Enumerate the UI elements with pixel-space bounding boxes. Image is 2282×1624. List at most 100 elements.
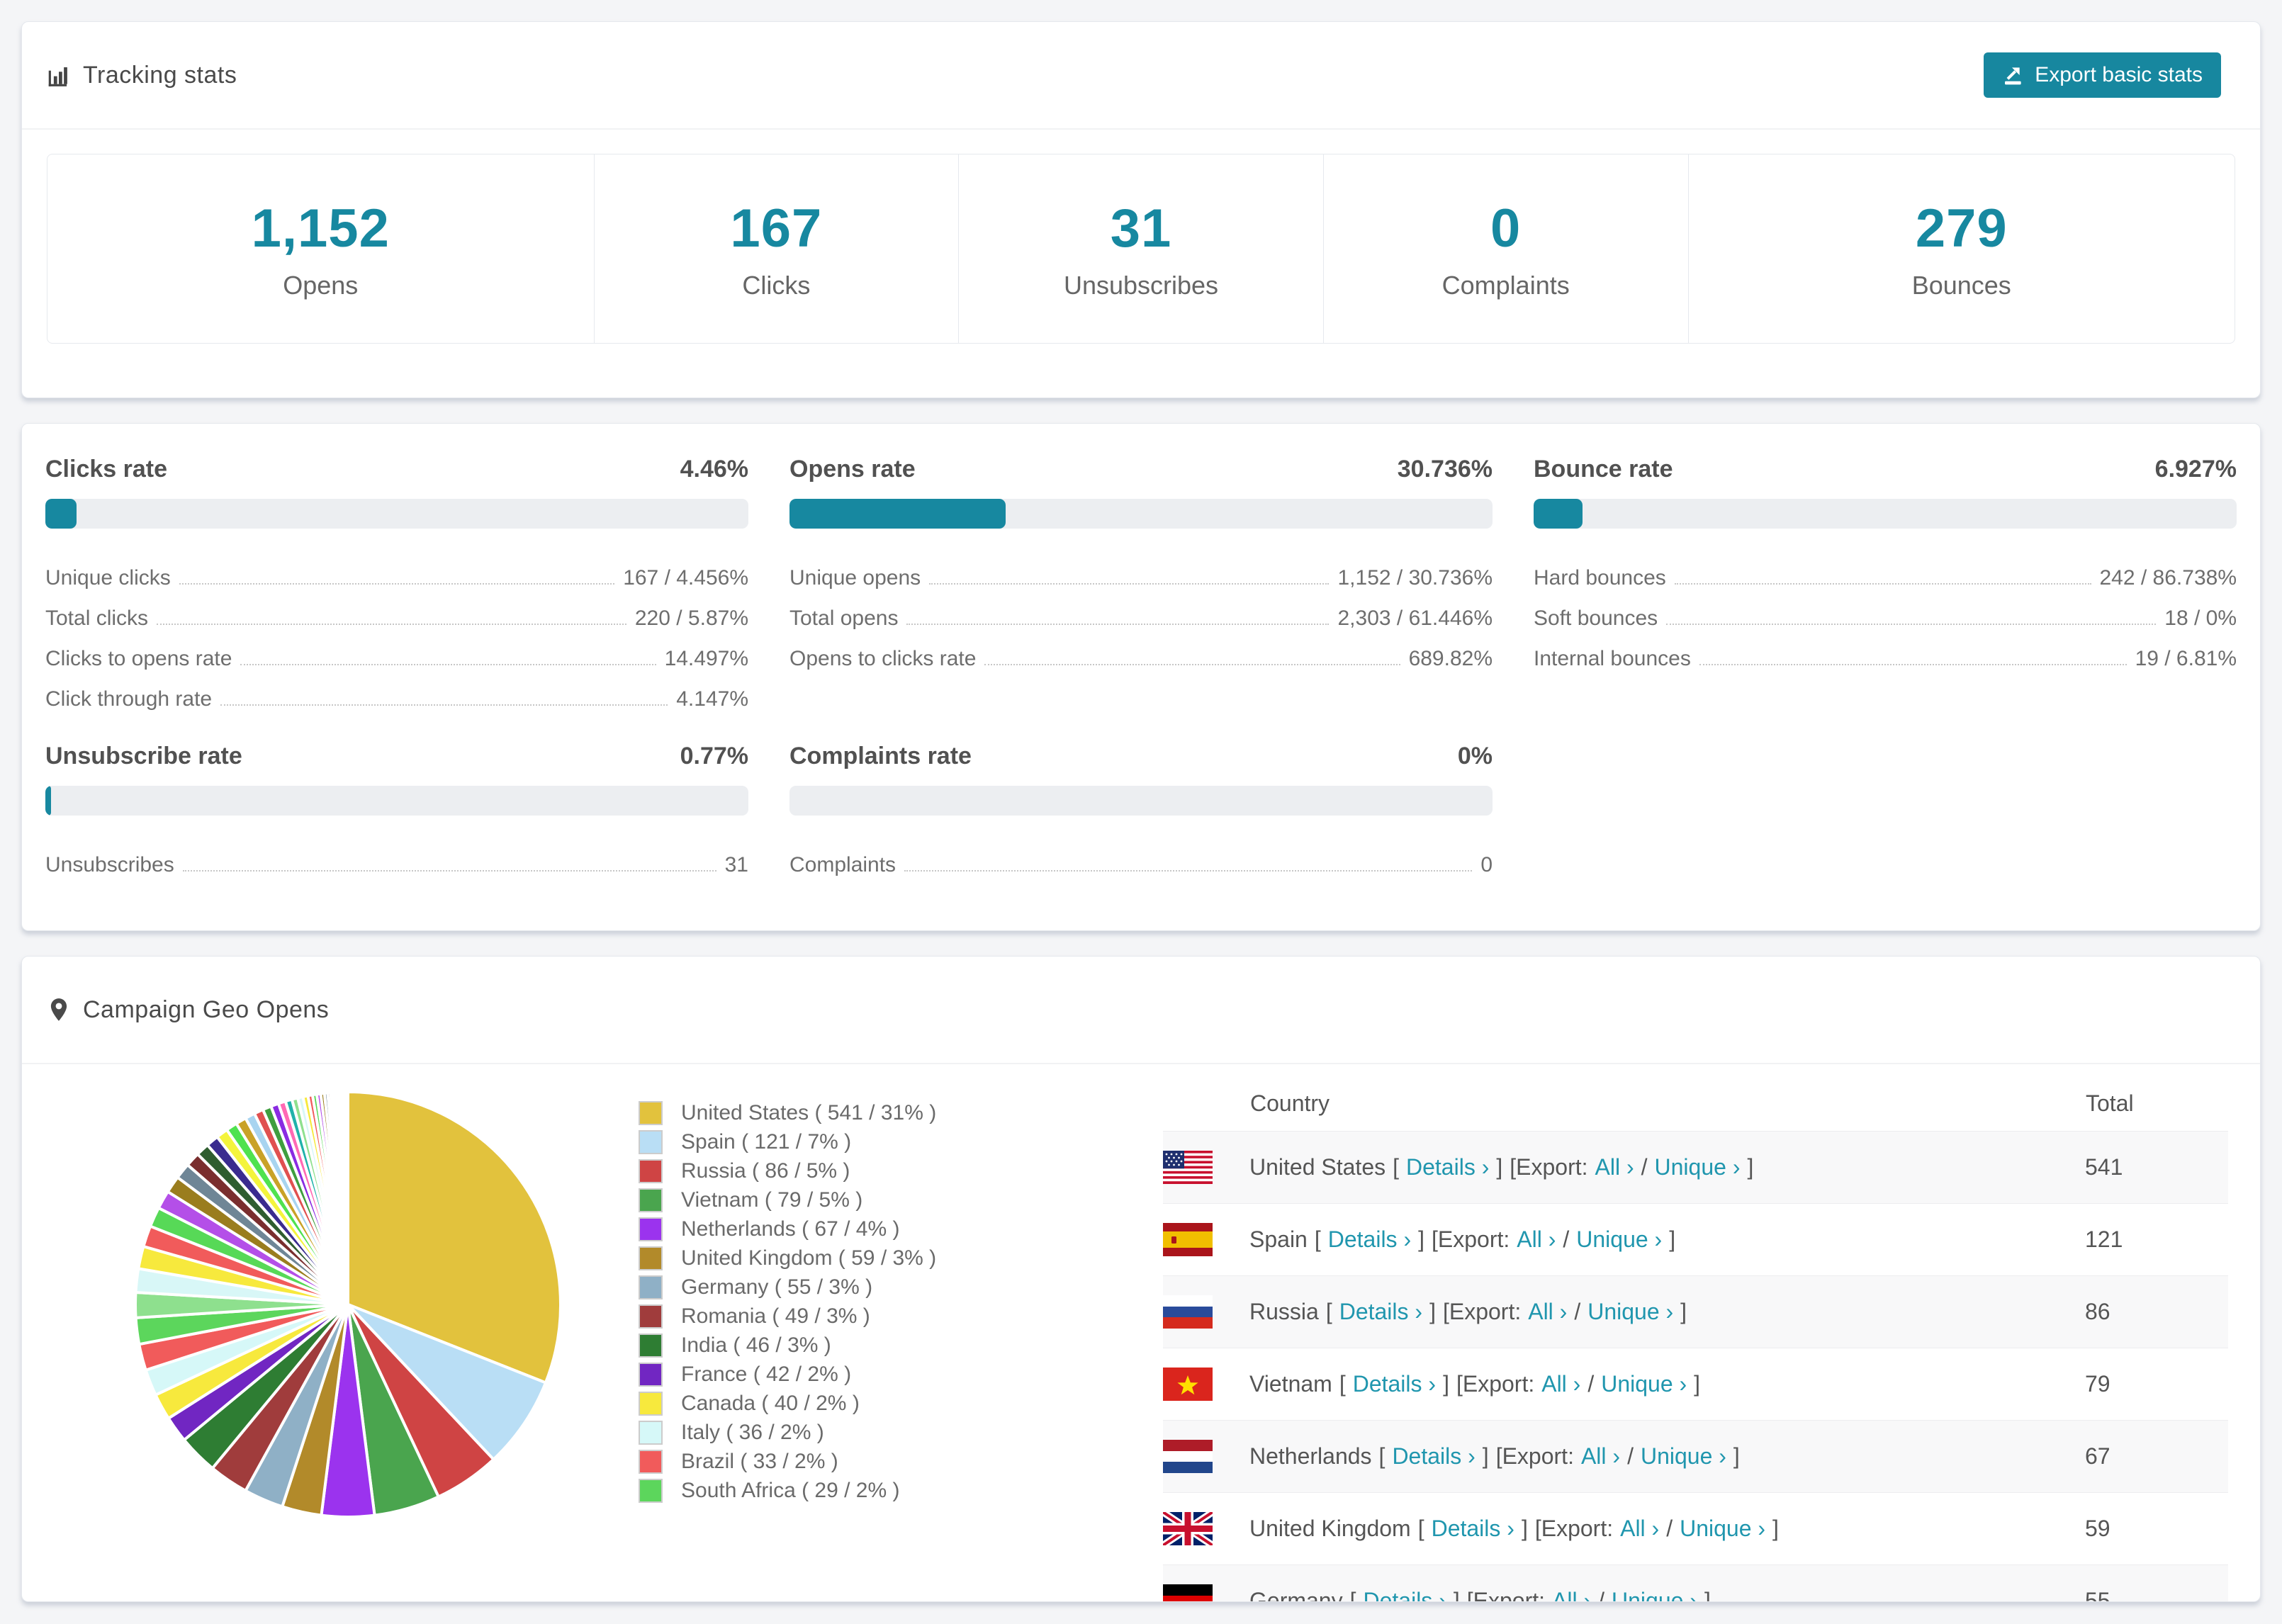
legend-item: Romania ( 49 / 3% )	[639, 1302, 1035, 1331]
stat-row: Click through rate 4.147%	[45, 674, 748, 714]
details-link[interactable]: Details ›	[1406, 1154, 1489, 1180]
export-all-link[interactable]: All ›	[1541, 1371, 1580, 1397]
bracket: ]	[1772, 1516, 1779, 1541]
slash: /	[1598, 1588, 1604, 1602]
stat-row-value: 18 / 0%	[2164, 607, 2237, 630]
legend-swatch	[639, 1362, 663, 1387]
export-unique-link[interactable]: Unique ›	[1601, 1371, 1687, 1397]
stat-row-value: 19 / 6.81%	[2135, 647, 2237, 670]
export-all-link[interactable]: All ›	[1595, 1154, 1634, 1180]
complaints-rate-title: Complaints rate	[789, 743, 972, 769]
export-all-link[interactable]: All ›	[1517, 1227, 1556, 1253]
unsubscribes-count: 31	[1110, 198, 1172, 259]
country-name: Spain	[1249, 1227, 1308, 1252]
bounce-rate-progress-fill	[1534, 499, 1583, 529]
dotted-leader	[240, 664, 656, 665]
export-unique-link[interactable]: Unique ›	[1680, 1516, 1765, 1542]
rates-grid-row1: Clicks rate 4.46% Unique clicks 167 / 4.4…	[22, 424, 2260, 714]
stat-row: Soft bounces 18 / 0%	[1534, 593, 2237, 633]
legend-swatch	[639, 1449, 663, 1474]
export-unique-link[interactable]: Unique ›	[1587, 1299, 1673, 1325]
table-row-netherlands: Netherlands [Details ›] [Export: All › / Un…	[1163, 1420, 2228, 1493]
export-unique-link[interactable]: Unique ›	[1655, 1154, 1741, 1180]
export-unique-link[interactable]: Unique ›	[1576, 1227, 1662, 1253]
rates-card: Clicks rate 4.46% Unique clicks 167 / 4.4…	[21, 423, 2261, 931]
clicks-rate-progress-fill	[45, 499, 77, 529]
details-link[interactable]: Details ›	[1328, 1227, 1411, 1253]
complaints-rate-panel: Complaints rate 0% Complaints 0	[789, 743, 1493, 880]
stat-box-opens: 1,152 Opens	[47, 154, 595, 344]
export-all-link[interactable]: All ›	[1581, 1443, 1620, 1470]
flag-russia-icon	[1163, 1295, 1213, 1329]
opens-rate-panel: Opens rate 30.736% Unique opens 1,152 / 3…	[789, 456, 1493, 714]
export-all-link[interactable]: All ›	[1528, 1299, 1567, 1325]
country-name: United States	[1249, 1154, 1386, 1180]
dotted-leader	[157, 624, 626, 625]
stat-row-label: Clicks to opens rate	[45, 647, 232, 670]
legend-item: Canada ( 40 / 2% )	[639, 1389, 1035, 1418]
map-pin-icon	[50, 998, 67, 1021]
table-row-united-states: United States [Details ›] [Export: All › /…	[1163, 1131, 2228, 1204]
legend-label: Canada ( 40 / 2% )	[681, 1391, 860, 1415]
bracket: ]	[1680, 1299, 1687, 1324]
country-name: Germany	[1249, 1588, 1343, 1602]
complaints-count: 0	[1490, 198, 1522, 259]
geo-table: Country Total United States [Details › …	[1163, 1076, 2228, 1602]
details-link[interactable]: Details ›	[1392, 1443, 1475, 1470]
legend-swatch	[639, 1478, 663, 1503]
stat-row: Complaints 0	[789, 840, 1493, 880]
dotted-leader	[220, 704, 668, 706]
legend-label: Romania ( 49 / 3% )	[681, 1304, 870, 1328]
country-total: 541	[2085, 1131, 2228, 1204]
legend-label: United States ( 541 / 31% )	[681, 1100, 937, 1124]
clicks-label: Clicks	[742, 270, 811, 300]
bracket: [	[1314, 1227, 1321, 1252]
legend-label: France ( 42 / 2% )	[681, 1362, 852, 1386]
legend-item: United States ( 541 / 31% )	[639, 1098, 1035, 1127]
table-row-germany-partial: Germany [Details ›] [Export: All › / Unique…	[1163, 1564, 2228, 1602]
unsubscribe-rate-title: Unsubscribe rate	[45, 743, 242, 769]
legend-item: United Kingdom ( 59 / 3% )	[639, 1244, 1035, 1273]
legend-item: Italy ( 36 / 2% )	[639, 1418, 1035, 1447]
stat-row-label: Total opens	[789, 607, 899, 630]
details-link[interactable]: Details ›	[1363, 1588, 1446, 1601]
stat-row: Unique opens 1,152 / 30.736%	[789, 553, 1493, 593]
stat-row: Unsubscribes 31	[45, 840, 748, 880]
stat-row-value: 0	[1480, 853, 1493, 876]
dotted-leader	[1699, 664, 2127, 665]
export-all-link[interactable]: All ›	[1620, 1516, 1659, 1542]
flag-vietnam-icon	[1163, 1368, 1213, 1401]
export-basic-stats-button[interactable]: Export basic stats	[1984, 52, 2221, 98]
details-link[interactable]: Details ›	[1353, 1371, 1436, 1397]
stat-row-value: 689.82%	[1408, 647, 1493, 670]
export-label: [Export:	[1442, 1299, 1522, 1324]
clicks-rate-title: Clicks rate	[45, 456, 167, 483]
country-name: Vietnam	[1249, 1371, 1332, 1397]
stat-row-label: Unsubscribes	[45, 853, 174, 876]
details-link[interactable]: Details ›	[1339, 1299, 1422, 1325]
stat-row: Internal bounces 19 / 6.81%	[1534, 633, 2237, 674]
legend-swatch	[639, 1100, 663, 1125]
export-unique-link[interactable]: Unique ›	[1612, 1588, 1697, 1601]
bounces-count: 279	[1915, 198, 2008, 259]
tracking-stats-card: Tracking stats Export basic stats 1,152 …	[21, 21, 2261, 398]
legend-swatch	[639, 1246, 663, 1270]
country-total: 67	[2085, 1420, 2228, 1493]
dotted-leader	[904, 870, 1473, 872]
dotted-leader	[1666, 624, 2157, 625]
legend-label: South Africa ( 29 / 2% )	[681, 1478, 900, 1502]
complaints-rate-value: 0%	[1457, 743, 1493, 769]
export-unique-link[interactable]: Unique ›	[1641, 1443, 1726, 1470]
legend-swatch	[639, 1129, 663, 1154]
country-total: 79	[2085, 1371, 2110, 1397]
bracket: ]	[1694, 1371, 1701, 1397]
dotted-leader	[1674, 583, 2091, 585]
legend-item: Germany ( 55 / 3% )	[639, 1273, 1035, 1302]
clicks-count: 167	[730, 198, 823, 259]
legend-swatch	[639, 1420, 663, 1445]
tracking-stats-header: Tracking stats Export basic stats	[22, 22, 2260, 130]
stat-row: Opens to clicks rate 689.82%	[789, 633, 1493, 674]
details-link[interactable]: Details ›	[1432, 1516, 1514, 1542]
export-all-link[interactable]: All ›	[1552, 1588, 1591, 1601]
legend-swatch	[639, 1333, 663, 1358]
